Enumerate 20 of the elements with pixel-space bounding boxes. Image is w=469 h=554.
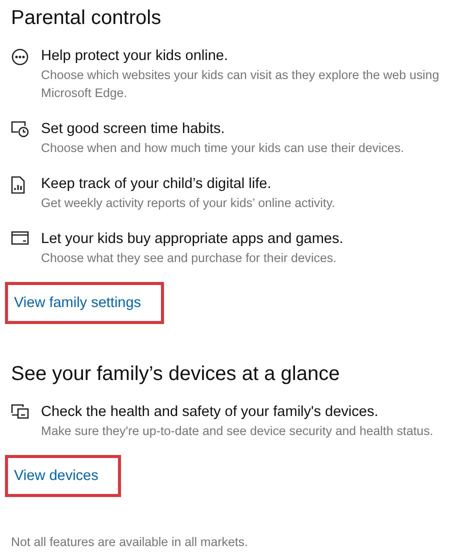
item-title: Check the health and safety of your family's devices.	[41, 403, 380, 422]
report-document-icon	[11, 176, 25, 194]
item-description: Choose which websites your kids can visit as they explore the web using Microsoft Edge.	[41, 67, 440, 102]
item-title: Let your kids buy appropriate apps and games.	[41, 230, 344, 249]
screen-clock-icon	[11, 121, 29, 138]
ellipsis-circle-icon	[11, 48, 29, 66]
item-description: Get weekly activity reports of your kids’ online activity.	[41, 195, 336, 212]
footnote: Not all features are available in all markets.	[11, 534, 249, 551]
item-title: Set good screen time habits.	[41, 120, 226, 139]
section-heading: See your family’s devices at a glance	[11, 362, 341, 387]
link[interactable]: View family settings	[5, 282, 164, 324]
link[interactable]: View devices	[5, 455, 122, 497]
item-description: Make sure they're up-to-date and see device security and health status.	[41, 423, 434, 440]
item-title: Help protect your kids online.	[41, 47, 229, 66]
item-description: Choose when and how much time your kids can use their devices.	[41, 140, 405, 157]
item-description: Choose what they see and purchase for their devices.	[41, 250, 338, 267]
item-title: Keep track of your child’s digital life.	[41, 175, 272, 194]
section-heading: Parental controls	[11, 6, 162, 31]
card-icon	[11, 231, 29, 245]
devices-icon	[11, 404, 29, 420]
